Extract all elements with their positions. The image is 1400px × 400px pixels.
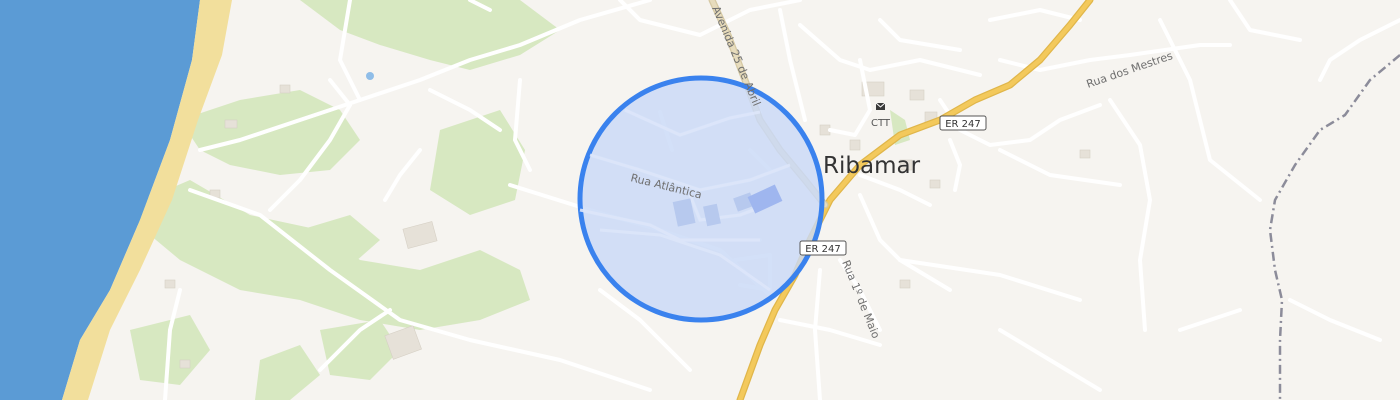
map-canvas[interactable]: Avenida 25 de Abril Rua Atlântica Rua do… [0,0,1400,400]
road-shield-label: ER 247 [945,119,981,130]
pond [366,72,374,80]
poi-label: CTT [871,118,891,129]
road-shield-label: ER 247 [805,244,841,255]
mail-icon [875,102,886,110]
map-view[interactable]: Avenida 25 de Abril Rua Atlântica Rua do… [0,0,1400,400]
road-shield: ER 247 [799,240,847,256]
place-label: Ribamar [823,153,921,179]
road-shield: ER 247 [939,115,987,131]
search-radius-circle[interactable] [577,75,825,323]
